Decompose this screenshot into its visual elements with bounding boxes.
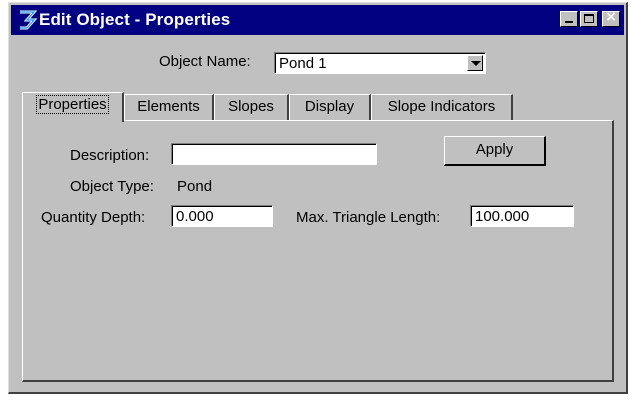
properties-panel: Description: Apply Object Type: Pond Qua… [22,120,614,382]
minimize-button[interactable] [560,11,578,27]
description-field[interactable] [171,143,377,165]
object-name-value: Pond 1 [279,55,327,72]
object-name-dropdown[interactable]: Pond 1 [274,52,486,74]
object-type-value: Pond [177,178,213,195]
close-icon: × [605,9,617,25]
object-name-label: Object Name: [159,53,251,70]
max-triangle-length-label: Max. Triangle Length: [296,209,441,226]
maximize-icon [584,14,594,23]
maximize-button[interactable] [580,11,598,27]
description-label: Description: [70,147,150,164]
tab-elements[interactable]: Elements [124,94,214,120]
tab-slope-indicators[interactable]: Slope Indicators [371,94,513,120]
tab-slopes-label: Slopes [228,98,274,115]
quantity-depth-value: 0.000 [176,208,214,225]
tab-display-label: Display [304,98,355,115]
close-button[interactable]: × [602,9,620,27]
object-type-label: Object Type: [70,178,154,195]
tab-slope-indicators-label: Slope Indicators [387,98,496,115]
chevron-down-icon [471,61,481,66]
apply-button[interactable]: Apply [444,136,546,166]
tab-slopes[interactable]: Slopes [214,94,289,120]
tab-properties-label: Properties [36,95,109,114]
title-bar[interactable]: Edit Object - Properties × [11,5,624,35]
tab-display[interactable]: Display [289,94,371,120]
window-title: Edit Object - Properties [39,10,231,29]
quantity-depth-label: Quantity Depth: [41,209,146,226]
minimize-icon [565,21,573,23]
tab-elements-label: Elements [137,98,200,115]
max-triangle-length-field[interactable]: 100.000 [470,205,574,227]
max-triangle-length-value: 100.000 [475,208,530,225]
object-name-dropdown-button[interactable] [467,55,483,71]
tab-properties[interactable]: Properties [22,92,124,122]
geopak-logo-icon [20,10,38,30]
quantity-depth-field[interactable]: 0.000 [171,205,273,227]
